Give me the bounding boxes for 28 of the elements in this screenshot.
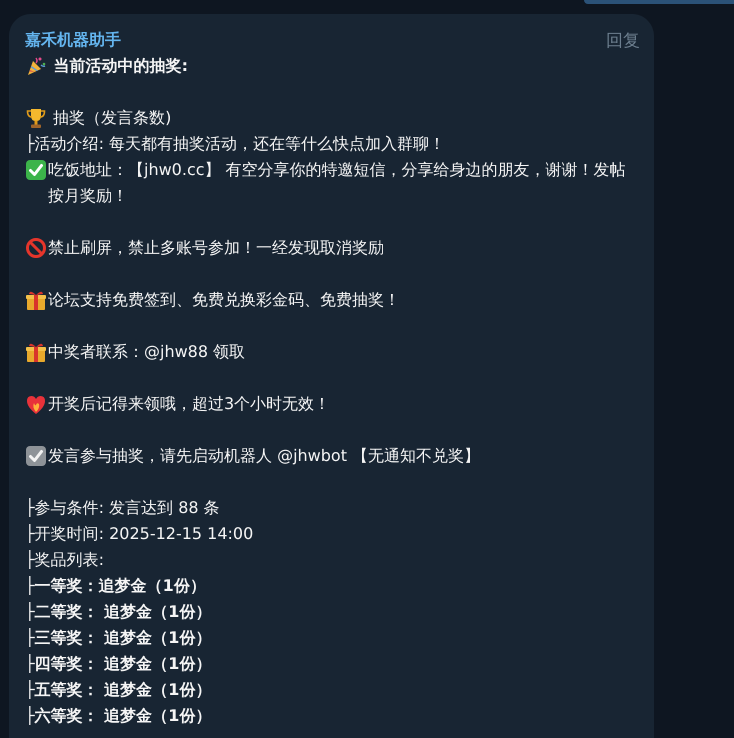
- message-text: 发言参与抽奖，请先启动机器人 @jhwbot 【无通知不兑奖】: [48, 445, 482, 467]
- message-text: 当前活动中的抽奖:: [52, 55, 189, 77]
- party-popper-icon: [25, 55, 47, 77]
- message-text: ├奖品列表:: [25, 549, 106, 571]
- message-text: ├四等奖： 追梦金（1份）: [25, 653, 212, 675]
- checkbox-icon: [25, 445, 47, 467]
- heart-on-fire-icon: [25, 393, 47, 415]
- gift-icon: [25, 341, 47, 363]
- message-text: 论坛支持免费签到、免费兑换彩金码、免费抽奖！: [48, 289, 401, 311]
- message-text: ├三等奖： 追梦金（1份）: [25, 627, 212, 649]
- gift-icon: [25, 289, 47, 311]
- message-text: 吃饭地址：【jhw0.cc】 有空分享你的特邀短信，分享给身边的朋友，谢谢！发帖按月奖励！: [48, 159, 627, 207]
- message-text: ├开奖时间: 2025-12-15 14:00: [25, 523, 254, 545]
- message-text: ├活动介绍: 每天都有抽奖活动，还在等什么快点加入群聊！: [25, 133, 446, 155]
- message-text: ├二等奖： 追梦金（1份）: [25, 601, 212, 623]
- message-text: ├六等奖： 追梦金（1份）: [25, 705, 212, 727]
- message-text: ├一等奖：追梦金（1份）: [25, 575, 207, 597]
- trophy-icon: [25, 107, 47, 129]
- check-mark-icon: [25, 159, 47, 181]
- message-text: ├五等奖： 追梦金（1份）: [25, 679, 212, 701]
- prohibited-icon: [25, 237, 47, 259]
- message-text: ├参与条件: 发言达到 88 条: [25, 497, 221, 519]
- message-text: 中奖者联系：@jhw88 领取: [48, 341, 246, 363]
- message-text: 开奖后记得来领哦，超过3个小时无效！: [48, 393, 332, 415]
- message-text: 禁止刷屏，禁止多账号参加！一经发现取消奖励: [48, 237, 385, 259]
- sender-name[interactable]: 嘉禾机器助手: [25, 30, 121, 50]
- reply-link[interactable]: 回复: [606, 28, 640, 52]
- message-text: 抽奖（发言条数): [52, 107, 172, 129]
